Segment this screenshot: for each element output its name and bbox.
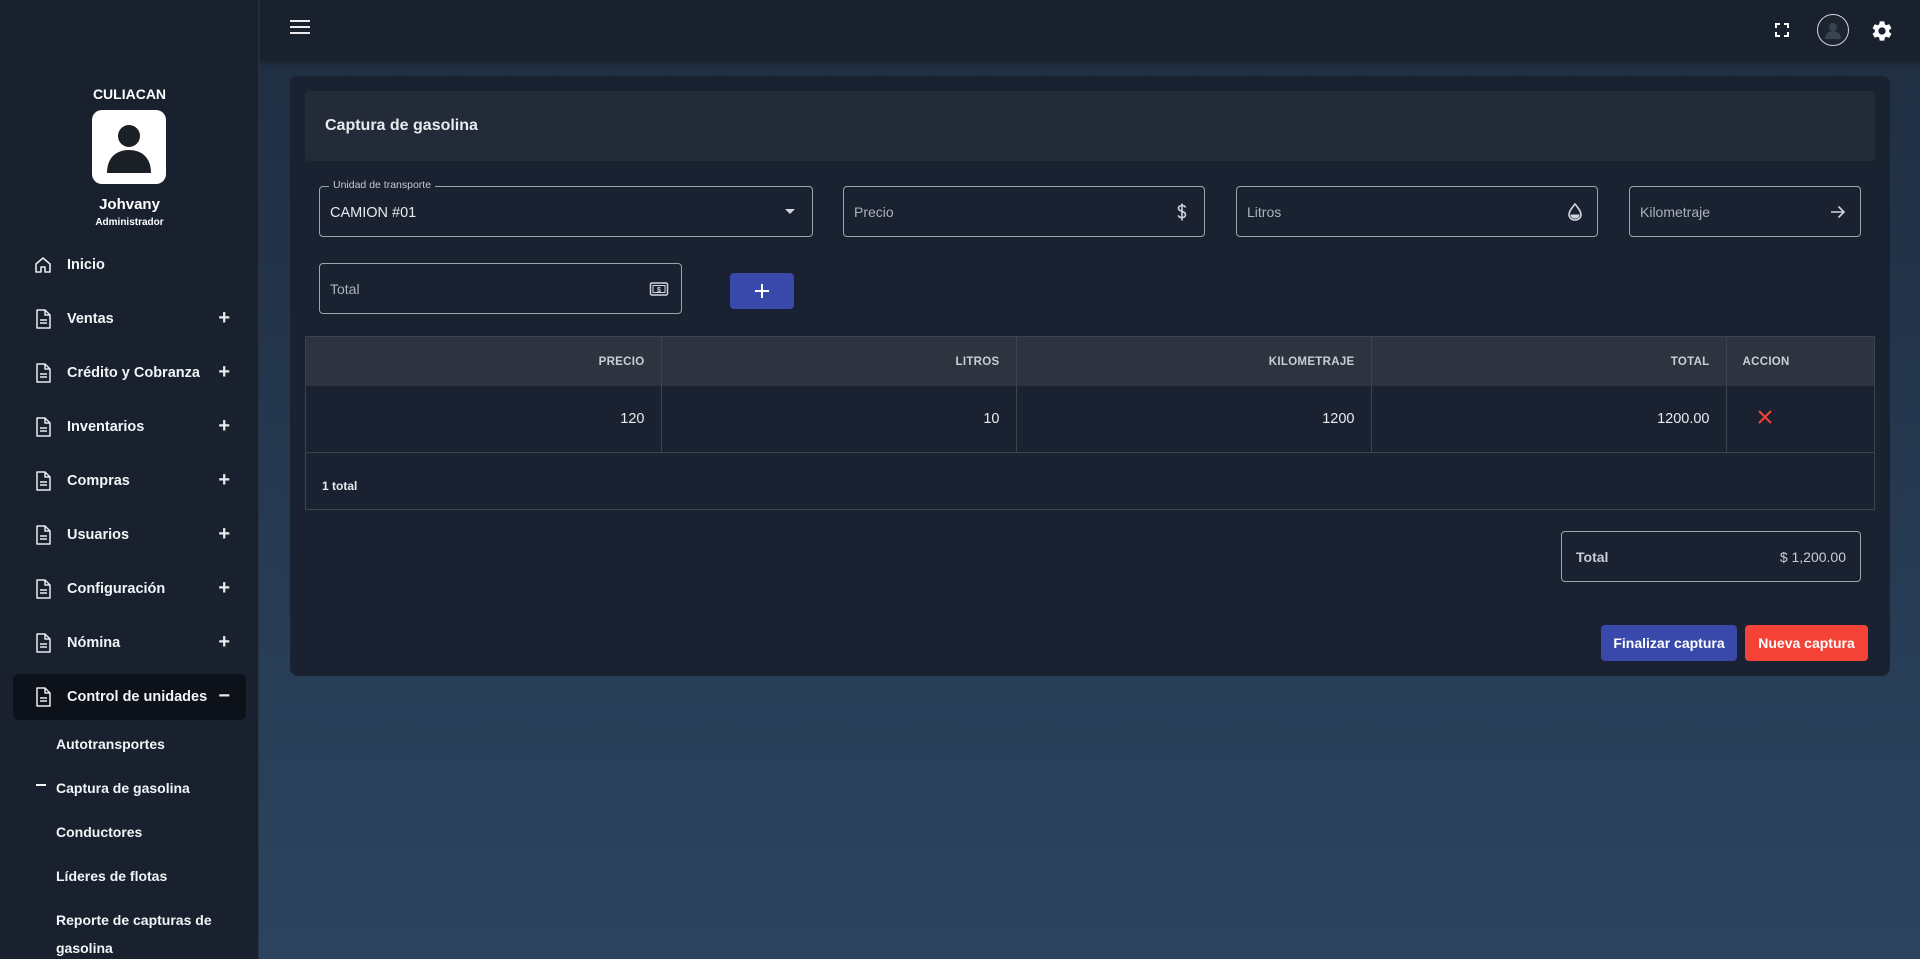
summary-total: Total $ 1,200.00	[1561, 531, 1861, 582]
sidebar-item-configuracion[interactable]: Configuración +	[13, 566, 246, 612]
table-footer-count: 1 total	[322, 479, 358, 493]
column-header-total[interactable]: TOTAL	[1371, 337, 1727, 386]
sidebar-item-label: Control de unidades	[67, 689, 208, 705]
cell-kilometraje: 1200	[1016, 386, 1372, 453]
cell-litros: 10	[661, 386, 1017, 453]
arrow-right-icon	[1828, 202, 1848, 222]
document-icon	[33, 633, 53, 653]
sidebar-item-label: Compras	[67, 473, 130, 489]
gear-icon[interactable]	[1870, 19, 1894, 43]
delete-icon[interactable]	[1757, 409, 1773, 425]
cell-total: 1200.00	[1371, 386, 1727, 453]
document-icon	[33, 525, 53, 545]
sidebar-item-label: Nómina	[67, 635, 121, 651]
table-header-row: PRECIO LITROS KILOMETRAJE TOTAL ACCION	[306, 337, 1874, 386]
water-drop-icon	[1565, 202, 1585, 222]
new-capture-button[interactable]: Nueva captura	[1745, 625, 1868, 661]
svg-text:$: $	[657, 287, 661, 294]
user-role: Administrador	[95, 217, 164, 228]
expand-toggle[interactable]: +	[218, 361, 230, 383]
add-button[interactable]	[730, 273, 794, 309]
sidebar: CULIACAN Johvany Administrador Inicio Ve…	[0, 0, 259, 959]
card-title: Captura de gasolina	[305, 91, 1875, 161]
expand-toggle[interactable]: +	[218, 469, 230, 491]
column-header-kilometraje[interactable]: KILOMETRAJE	[1016, 337, 1372, 386]
subitem-lideres-flotas[interactable]: Líderes de flotas	[56, 862, 167, 890]
account-icon[interactable]	[1817, 14, 1849, 46]
litros-field[interactable]: Litros	[1236, 186, 1598, 237]
summary-total-label: Total	[1576, 549, 1609, 565]
expand-toggle[interactable]: +	[218, 415, 230, 437]
topbar	[260, 0, 1920, 61]
precio-field[interactable]: Precio	[843, 186, 1205, 237]
subitem-autotransportes[interactable]: Autotransportes	[56, 730, 165, 758]
sidebar-item-compras[interactable]: Compras +	[13, 458, 246, 504]
kilometraje-field[interactable]: Kilometraje	[1629, 186, 1861, 237]
column-header-accion: ACCION	[1726, 337, 1874, 386]
expand-toggle[interactable]: +	[218, 523, 230, 545]
subitem-captura-gasolina[interactable]: Captura de gasolina	[56, 774, 190, 802]
expand-toggle[interactable]: +	[218, 307, 230, 329]
expand-toggle[interactable]: +	[218, 577, 230, 599]
sidebar-item-inventarios[interactable]: Inventarios +	[13, 404, 246, 450]
captures-table: PRECIO LITROS KILOMETRAJE TOTAL ACCION 1…	[305, 336, 1875, 510]
cell-precio: 120	[306, 386, 662, 453]
subitem-conductores[interactable]: Conductores	[56, 818, 142, 846]
litros-placeholder: Litros	[1247, 203, 1282, 220]
sidebar-item-nomina[interactable]: Nómina +	[13, 620, 246, 666]
sidebar-item-label: Ventas	[67, 311, 114, 327]
fullscreen-icon[interactable]	[1774, 22, 1790, 38]
column-header-precio[interactable]: PRECIO	[306, 337, 662, 386]
table-row: 120 10 1200 1200.00	[306, 386, 1874, 453]
menu-icon[interactable]	[290, 20, 310, 40]
sidebar-item-ventas[interactable]: Ventas +	[13, 296, 246, 342]
document-icon	[33, 309, 53, 329]
cell-accion	[1726, 386, 1874, 453]
document-icon	[33, 687, 53, 707]
document-icon	[33, 363, 53, 383]
unit-select[interactable]: Unidad de transporte CAMION #01	[319, 179, 813, 237]
avatar	[92, 110, 166, 184]
sidebar-item-label: Crédito y Cobranza	[67, 365, 200, 381]
unit-select-label: Unidad de transporte	[329, 179, 436, 191]
document-icon	[33, 579, 53, 599]
summary-total-value: $ 1,200.00	[1779, 549, 1846, 565]
unit-select-value: CAMION #01	[330, 204, 417, 221]
precio-placeholder: Precio	[854, 203, 894, 220]
document-icon	[33, 471, 53, 491]
document-icon	[33, 417, 53, 437]
sidebar-item-control-unidades[interactable]: Control de unidades −	[13, 674, 246, 720]
active-indicator	[36, 784, 46, 786]
subitem-reporte-capturas-cont[interactable]: gasolina	[56, 934, 113, 959]
sidebar-item-label: Configuración	[67, 581, 166, 597]
home-icon	[33, 255, 53, 275]
total-placeholder: Total	[330, 280, 360, 297]
finish-capture-button[interactable]: Finalizar captura	[1601, 625, 1737, 661]
kilometraje-placeholder: Kilometraje	[1640, 203, 1711, 220]
cash-icon: $	[649, 279, 669, 299]
person-icon	[107, 125, 151, 173]
column-header-litros[interactable]: LITROS	[661, 337, 1017, 386]
expand-toggle[interactable]: +	[218, 631, 230, 653]
dropdown-arrow-icon	[780, 202, 800, 222]
capture-card: Captura de gasolina Unidad de transporte…	[290, 76, 1890, 676]
user-name: Johvany	[99, 196, 160, 213]
sidebar-item-credito[interactable]: Crédito y Cobranza +	[13, 350, 246, 396]
collapse-toggle[interactable]: −	[218, 685, 230, 707]
sidebar-item-label: Inventarios	[67, 419, 145, 435]
branch-name: CULIACAN	[92, 86, 167, 102]
plus-icon	[755, 284, 769, 298]
subitem-reporte-capturas[interactable]: Reporte de capturas de	[56, 906, 212, 934]
sidebar-menu: Inicio Ventas + Crédito y Cobranza + Inv…	[0, 242, 259, 728]
total-field[interactable]: Total $	[319, 263, 682, 314]
sidebar-item-usuarios[interactable]: Usuarios +	[13, 512, 246, 558]
sidebar-item-inicio[interactable]: Inicio	[13, 242, 246, 288]
sidebar-item-label: Usuarios	[67, 527, 130, 543]
dollar-icon	[1172, 202, 1192, 222]
sidebar-item-label: Inicio	[67, 257, 105, 273]
